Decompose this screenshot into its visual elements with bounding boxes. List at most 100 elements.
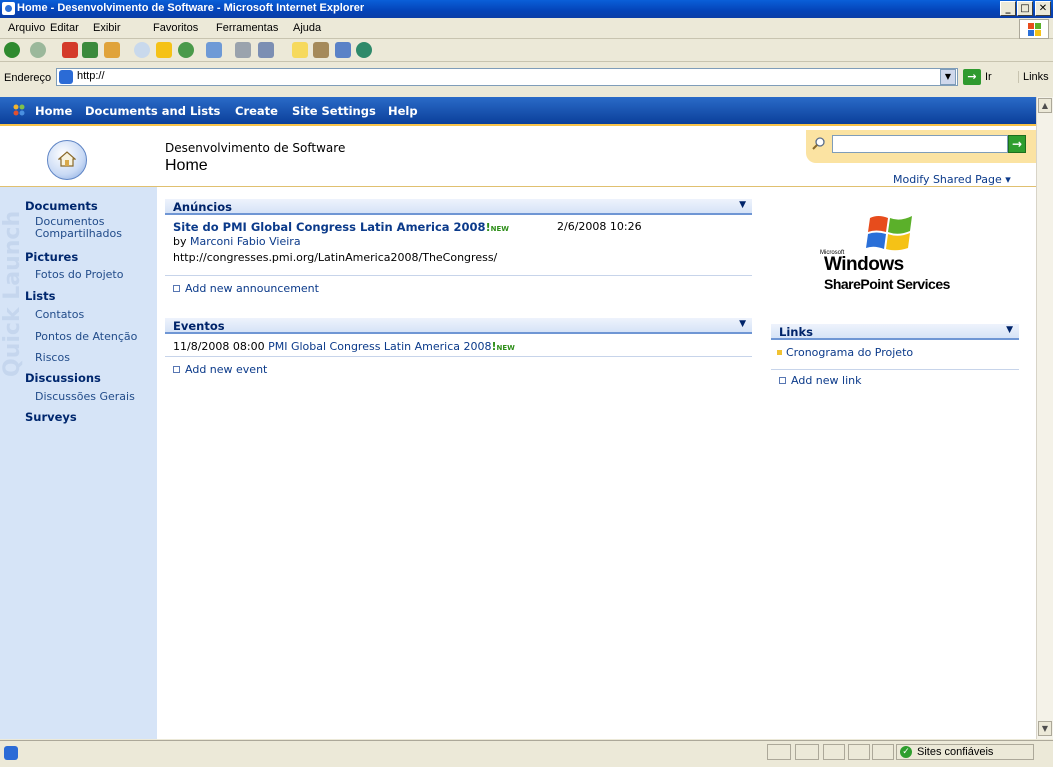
- announcement-author[interactable]: Marconi Fabio Vieira: [190, 235, 301, 248]
- menu-ferramentas[interactable]: Ferramentas: [216, 22, 278, 34]
- research-icon[interactable]: [313, 42, 329, 58]
- close-button[interactable]: ✕: [1035, 1, 1051, 16]
- add-new-link[interactable]: Add new link: [779, 374, 861, 387]
- search-input[interactable]: [832, 135, 1008, 153]
- scroll-down-icon[interactable]: ▼: [1038, 721, 1052, 736]
- ql-contatos[interactable]: Contatos: [35, 309, 84, 321]
- menu-editar[interactable]: Editar: [50, 22, 79, 34]
- page-viewport: Home Documents and Lists Create Site Set…: [0, 97, 1036, 739]
- home-icon[interactable]: [104, 42, 120, 58]
- ql-riscos[interactable]: Riscos: [35, 352, 70, 364]
- forward-icon[interactable]: [30, 42, 46, 58]
- sharepoint-people-icon: [13, 104, 25, 116]
- nav-site-settings[interactable]: Site Settings: [292, 104, 376, 118]
- event-title[interactable]: PMI Global Congress Latin America 2008: [268, 340, 491, 353]
- mail-icon[interactable]: [206, 42, 222, 58]
- search-area: →: [806, 130, 1036, 163]
- status-panel: [872, 744, 894, 760]
- menu-bar: Arquivo Editar Exibir Favoritos Ferramen…: [0, 18, 1053, 39]
- vertical-scrollbar[interactable]: ▲ ▼: [1036, 97, 1053, 739]
- print-icon[interactable]: [235, 42, 251, 58]
- zone-label: Sites confiáveis: [917, 746, 994, 758]
- status-panel: [848, 744, 870, 760]
- links-title[interactable]: Links: [779, 325, 813, 339]
- address-dropdown-icon[interactable]: ▼: [940, 69, 956, 85]
- nav-help[interactable]: Help: [388, 104, 418, 118]
- window-titlebar: Home - Desenvolvimento de Software - Mic…: [0, 0, 1053, 18]
- add-icon: [173, 365, 180, 373]
- site-home-icon[interactable]: [47, 140, 87, 180]
- logo-sharepoint: SharePoint Services: [824, 276, 950, 292]
- links-toolbar[interactable]: Links: [1018, 71, 1049, 83]
- quick-launch: Quick Launch Documents Documentos Compar…: [0, 187, 157, 739]
- links-menu-icon[interactable]: ▼: [1006, 325, 1013, 335]
- events-header: Eventos ▼: [165, 318, 752, 334]
- stop-icon[interactable]: [62, 42, 78, 58]
- menu-ajuda[interactable]: Ajuda: [293, 22, 321, 34]
- address-input[interactable]: [77, 70, 947, 82]
- security-zone: ✓ Sites confiáveis: [896, 744, 1034, 760]
- add-new-announcement-label[interactable]: Add new announcement: [185, 282, 319, 295]
- modify-shared-page-link[interactable]: Modify Shared Page ▾: [893, 173, 1011, 186]
- add-new-event-label[interactable]: Add new event: [185, 363, 267, 376]
- announcement-date: 2/6/2008 10:26: [557, 220, 642, 233]
- address-label: Endereço: [4, 72, 52, 84]
- ql-lists[interactable]: Lists: [25, 289, 55, 303]
- announcements-title[interactable]: Anúncios: [173, 200, 232, 214]
- page-icon: [59, 70, 73, 84]
- messenger-icon[interactable]: [335, 42, 351, 58]
- media-icon[interactable]: [356, 42, 372, 58]
- announcement-url: http://congresses.pmi.org/LatinAmerica20…: [173, 251, 498, 264]
- windows-flag-logo-icon: [866, 216, 912, 251]
- bullet-icon: [777, 349, 782, 355]
- minimize-button[interactable]: _: [1000, 1, 1016, 16]
- menu-favoritos[interactable]: Favoritos: [153, 22, 198, 34]
- windows-flag-icon: [1019, 19, 1049, 39]
- add-new-event[interactable]: Add new event: [173, 363, 267, 376]
- nav-home[interactable]: Home: [35, 104, 72, 118]
- nav-create[interactable]: Create: [235, 104, 278, 118]
- refresh-icon[interactable]: [82, 42, 98, 58]
- logo-windows: Windows: [824, 254, 904, 275]
- add-new-announcement[interactable]: Add new announcement: [173, 282, 319, 295]
- search-icon: [812, 137, 825, 150]
- announcements-header: Anúncios ▼: [165, 199, 752, 215]
- history-icon[interactable]: [178, 42, 194, 58]
- windows-sharepoint-services-logo: Microsoft Windows SharePoint Services: [818, 210, 978, 295]
- favorites-icon[interactable]: [156, 42, 172, 58]
- status-panel: [795, 744, 819, 760]
- site-name: Desenvolvimento de Software: [165, 141, 346, 155]
- ql-fotos-do-projeto[interactable]: Fotos do Projeto: [35, 269, 123, 281]
- nav-documents-and-lists[interactable]: Documents and Lists: [85, 104, 220, 118]
- scroll-up-icon[interactable]: ▲: [1038, 98, 1052, 113]
- window-title: Home - Desenvolvimento de Software - Mic…: [17, 2, 365, 14]
- menu-arquivo[interactable]: Arquivo: [8, 22, 45, 34]
- go-button[interactable]: Ir: [985, 71, 992, 83]
- ql-pontos-de-atencao[interactable]: Pontos de Atenção: [35, 331, 137, 343]
- announcement-title[interactable]: Site do PMI Global Congress Latin Americ…: [173, 220, 486, 234]
- go-arrow-icon[interactable]: →: [963, 69, 981, 85]
- by-label: by: [173, 235, 187, 248]
- search-go-button[interactable]: →: [1008, 135, 1026, 153]
- ql-discussions[interactable]: Discussions: [25, 371, 101, 385]
- events-menu-icon[interactable]: ▼: [739, 319, 746, 329]
- link-cronograma[interactable]: Cronograma do Projeto: [786, 346, 913, 359]
- edit-icon[interactable]: [258, 42, 274, 58]
- address-field[interactable]: [56, 68, 958, 86]
- ql-discussoes-gerais[interactable]: Discussões Gerais: [35, 391, 135, 403]
- add-new-link-label[interactable]: Add new link: [791, 374, 861, 387]
- discuss-icon[interactable]: [292, 42, 308, 58]
- ql-surveys[interactable]: Surveys: [25, 410, 77, 424]
- announcement-byline: by Marconi Fabio Vieira: [173, 235, 301, 248]
- back-icon[interactable]: [4, 42, 20, 58]
- links-header: Links ▼: [771, 324, 1019, 340]
- announcements-menu-icon[interactable]: ▼: [739, 200, 746, 210]
- events-title[interactable]: Eventos: [173, 319, 225, 333]
- menu-exibir[interactable]: Exibir: [93, 22, 121, 34]
- ql-documentos-compartilhados[interactable]: Documentos Compartilhados: [35, 216, 145, 240]
- link-item[interactable]: Cronograma do Projeto: [777, 346, 913, 359]
- ql-documents[interactable]: Documents: [25, 199, 98, 213]
- search-icon[interactable]: [134, 42, 150, 58]
- maximize-button[interactable]: □: [1017, 1, 1033, 16]
- ql-pictures[interactable]: Pictures: [25, 250, 78, 264]
